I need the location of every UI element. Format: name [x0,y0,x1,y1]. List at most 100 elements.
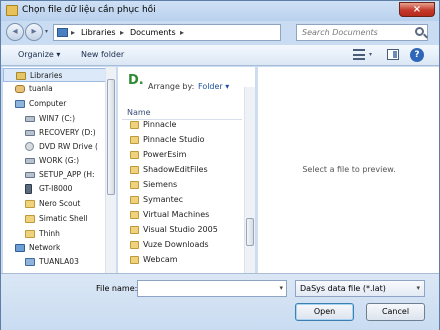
nav-item[interactable]: SETUP_APP (H: [3,168,109,182]
nav-item[interactable]: DVD RW Drive ( [3,140,109,154]
file-name: Siemens [143,180,178,189]
nav-item-label: Thinh [39,229,60,238]
arrange-by-dropdown[interactable]: Folder ▾ [198,82,229,91]
list-item[interactable]: Virtual Machines [130,208,242,223]
nav-item[interactable]: Thinh [3,227,109,241]
nav-item-label: WIN7 (C:) [39,114,76,123]
recent-pages-dropdown[interactable]: ▾ [45,28,48,35]
file-name: PowerEsim [143,150,187,159]
file-open-dialog: Chọn file dữ liệu cần phục hồi × ◂ ▸ ▾ ▸… [0,0,440,330]
file-name-label: File name: [96,284,138,293]
views-dropdown[interactable]: ▾ [369,51,372,58]
nav-item-label: WORK (G:) [39,156,80,165]
nav-item[interactable]: Network [3,241,109,255]
nav-item-label: tuanla [29,84,53,93]
folder-icon [6,5,18,16]
drive-icon [25,130,35,136]
file-name-input[interactable]: ▾ [137,280,287,297]
file-list-pane: D. Arrange by: Folder ▾ Name Pinnacle Pin… [118,67,255,273]
nav-item-label: Computer [29,99,67,108]
nav-item[interactable]: Libraries [3,68,109,82]
folder-icon [130,196,139,204]
navigation-pane: Libraries tuanla Computer WIN7 (C:) RECOVERY… [3,67,116,273]
views-icon[interactable] [353,49,365,60]
nav-item[interactable]: Computer [3,97,109,111]
breadcrumb-libraries[interactable]: Libraries [81,28,116,37]
nav-item-label: SETUP_APP (H: [39,170,95,179]
address-bar[interactable]: ▸ Libraries ▸ Documents ▸ ▾ ⟳ [53,24,327,41]
computer-icon [25,258,35,266]
breadcrumb-separator[interactable]: ▸ [71,28,75,37]
folder-icon [25,200,35,208]
file-name: ShadowEditFiles [143,165,208,174]
nav-item-label: Simatic Shell [39,214,88,223]
chevron-down-icon[interactable]: ▾ [416,284,420,292]
new-folder-button[interactable]: New folder [81,50,124,59]
organize-button[interactable]: Organize ▾ [18,50,60,59]
preview-message: Select a file to preview. [302,165,396,174]
forward-button[interactable]: ▸ [25,23,43,41]
nav-item[interactable]: Simatic Shell [3,212,109,226]
scrollbar-thumb[interactable] [246,218,254,246]
column-header-name[interactable]: Name [127,108,151,117]
file-name: Webcam [143,255,178,264]
nav-item-label: Network [29,243,61,252]
nav-item-label: Libraries [30,71,63,80]
preview-pane-icon[interactable] [387,49,399,60]
list-item[interactable]: PowerEsim [130,148,242,163]
list-item[interactable]: Webcam [130,253,242,268]
nav-item[interactable]: GT-I8000 [3,182,109,196]
nav-item[interactable]: Nero Scout [3,197,109,211]
list-item[interactable]: Symantec [130,193,242,208]
folder-icon [130,211,139,219]
cancel-button[interactable]: Cancel [366,303,425,321]
file-list-scrollbar[interactable] [244,87,255,273]
list-item[interactable]: Pinnacle [130,118,242,133]
libraries-icon [57,28,68,37]
list-item[interactable]: Visual Studio 2005 [130,223,242,238]
libraries-icon [16,72,26,80]
close-button[interactable]: × [399,2,435,17]
nav-item[interactable]: tuanla [3,82,109,96]
arrange-by-label: Arrange by: [148,82,195,91]
file-name: Vuze Downloads [143,240,209,249]
breadcrumb-separator[interactable]: ▸ [180,28,184,37]
search-icon [415,27,424,36]
command-bar: Organize ▾ New folder ▾ ? [1,45,439,66]
navigation-scrollbar[interactable] [105,67,116,273]
address-row: ◂ ▸ ▾ ▸ Libraries ▸ Documents ▸ ▾ ⟳ Sear… [1,21,439,43]
file-name: Pinnacle Studio [143,135,205,144]
file-name: Visual Studio 2005 [143,225,218,234]
scrollbar-thumb[interactable] [107,79,115,195]
list-item[interactable]: Vuze Downloads [130,238,242,253]
nav-item[interactable]: WORK (G:) [3,154,109,168]
nav-item[interactable]: WIN7 (C:) [3,112,109,126]
list-item[interactable]: Pinnacle Studio [130,133,242,148]
folder-icon [130,256,139,264]
search-input[interactable]: Search Documents [296,24,428,41]
chevron-down-icon[interactable]: ▾ [279,284,283,292]
folder-icon [130,181,139,189]
folder-icon [25,230,35,238]
network-icon [15,244,25,252]
folder-icon [130,166,139,174]
folder-icon [130,226,139,234]
breadcrumb-documents[interactable]: Documents [130,28,176,37]
drive-icon [25,116,35,122]
nav-item-label: Nero Scout [39,199,81,208]
file-type-select[interactable]: DaSys data file (*.lat) ▾ [295,280,425,297]
help-icon[interactable]: ? [410,48,424,62]
title-bar: Chọn file dữ liệu cần phục hồi × [1,1,439,21]
nav-item[interactable]: RECOVERY (D:) [3,126,109,140]
user-folder-icon [15,85,25,93]
open-button[interactable]: Open [295,303,354,321]
list-item[interactable]: ShadowEditFiles [130,163,242,178]
folder-icon [25,215,35,223]
documents-library-icon: D. [128,73,144,88]
breadcrumb-separator[interactable]: ▸ [120,28,124,37]
back-button[interactable]: ◂ [6,23,24,41]
phone-icon [25,184,32,194]
list-item[interactable]: Siemens [130,178,242,193]
drive-icon [25,158,35,164]
nav-item[interactable]: TUANLA03 [3,255,109,269]
